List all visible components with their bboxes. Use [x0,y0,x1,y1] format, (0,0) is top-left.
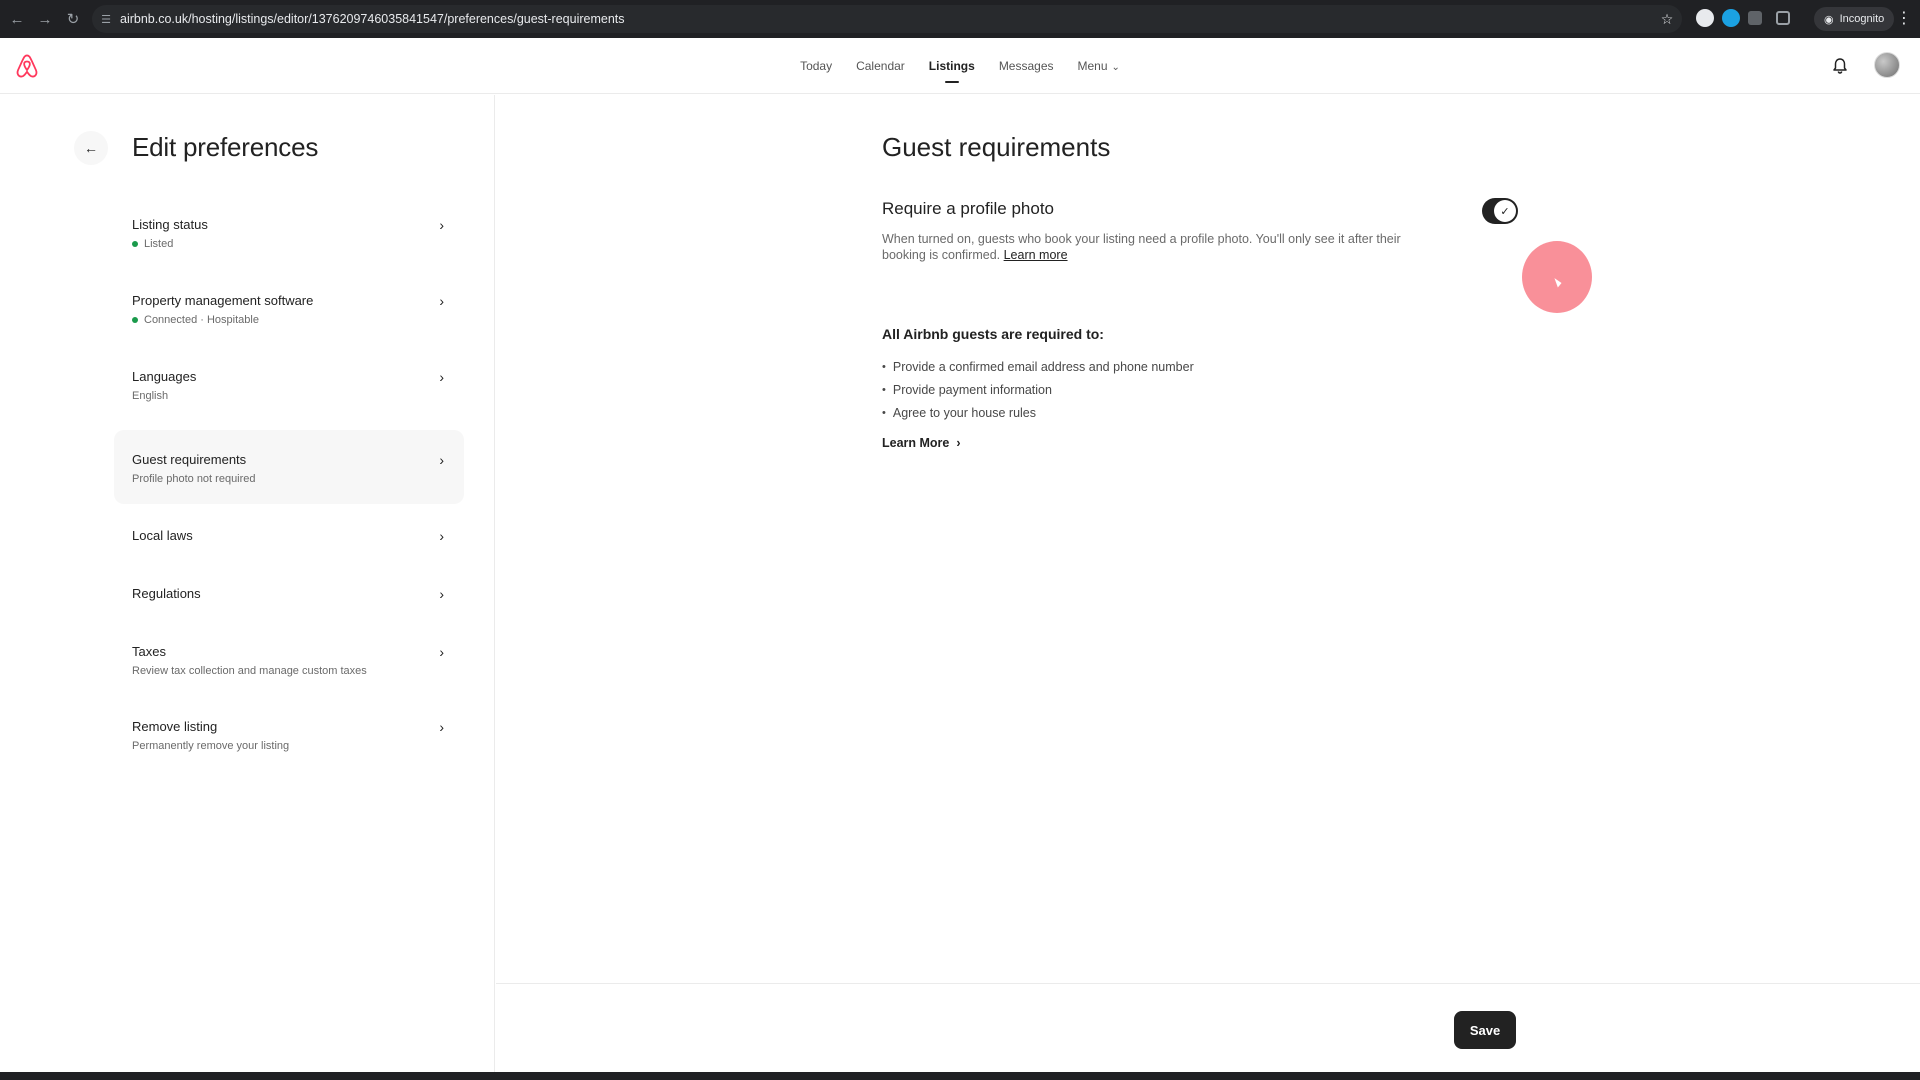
sidebar-item-guest-requirements[interactable]: Guest requirements Profile photo not req… [114,430,464,504]
chevron-right-icon: › [439,217,444,233]
sidebar-item-sub: Permanently remove your listing [132,740,290,752]
sidebar-item-property-management[interactable]: Property management software Connected ·… [114,279,464,337]
browser-toolbar: ← → ↻ ☰ airbnb.co.uk/hosting/listings/ed… [0,0,1920,38]
footer-bar: Save [496,983,1920,1072]
chevron-right-icon: › [439,369,444,385]
sidebar-item-label: Guest requirements [132,452,247,467]
sidebar-item-taxes[interactable]: Taxes Review tax collection and manage c… [114,630,464,688]
requirements-list: Provide a confirmed email address and ph… [882,356,1194,425]
url-text[interactable]: airbnb.co.uk/hosting/listings/editor/137… [120,12,1652,26]
forward-icon[interactable]: → [32,6,58,32]
toggle-knob: ✓ [1494,200,1516,222]
avatar[interactable] [1874,52,1900,78]
sidebar-item-sub: Connected · Hospitable [144,314,259,326]
extensions-puzzle-icon[interactable] [1776,11,1790,25]
top-navigation: Today Calendar Listings Messages Menu ⌄ [0,38,1920,94]
browser-menu-icon[interactable]: ⋮ [1896,8,1912,28]
sidebar-item-sub: Profile photo not required [132,473,256,485]
sidebar-item-remove-listing[interactable]: Remove listing Permanently remove your l… [114,705,464,763]
address-bar[interactable]: ☰ airbnb.co.uk/hosting/listings/editor/1… [92,5,1682,33]
sidebar-item-subtitle: Connected · Hospitable [132,314,446,326]
sidebar-item-label: Regulations [132,586,201,601]
page-title: Edit preferences [132,132,319,162]
chevron-right-icon: › [439,528,444,544]
nav-calendar[interactable]: Calendar [856,38,905,94]
arrow-left-icon: ← [84,140,98,156]
sidebar-item-label: Local laws [132,528,193,543]
back-button[interactable]: ← [74,131,108,165]
preferences-sidebar: ← Edit preferences Listing status Listed… [0,95,495,1072]
os-taskbar [0,1072,1920,1080]
nav-menu[interactable]: Menu ⌄ [1078,38,1120,94]
list-item: Agree to your house rules [882,402,1194,425]
nav-menu-label: Menu [1077,59,1108,73]
nav-listings[interactable]: Listings [929,38,975,94]
extension-icon[interactable] [1748,11,1762,25]
chevron-right-icon: › [439,293,444,309]
setting-description: When turned on, guests who book your lis… [882,231,1442,263]
sidebar-item-label: Taxes [132,644,166,659]
back-icon[interactable]: ← [4,6,30,32]
incognito-label: Incognito [1839,13,1885,25]
setting-description-text: When turned on, guests who book your lis… [882,232,1401,262]
chevron-right-icon: › [956,436,961,450]
incognito-badge[interactable]: ◉ Incognito [1814,7,1895,31]
requirements-heading: All Airbnb guests are required to: [882,326,1104,342]
sidebar-item-label: Remove listing [132,719,218,734]
sidebar-item-languages[interactable]: Languages English › [114,355,464,413]
sidebar-item-sub: Review tax collection and manage custom … [132,665,367,677]
app-header: Today Calendar Listings Messages Menu ⌄ [0,38,1920,94]
status-dot-icon [132,317,138,323]
setting-title: Require a profile photo [882,199,1055,218]
status-dot-icon [132,241,138,247]
learn-more-link[interactable]: Learn more [1004,248,1068,262]
list-item: Provide payment information [882,379,1194,402]
sidebar-item-listing-status[interactable]: Listing status Listed › [114,203,464,261]
notification-bell-icon[interactable] [1830,56,1850,76]
nav-today[interactable]: Today [800,38,832,94]
site-settings-icon[interactable]: ☰ [92,13,120,26]
sidebar-item-local-laws[interactable]: Local laws › [114,514,464,554]
reload-icon[interactable]: ↻ [60,6,86,32]
sidebar-item-label: Listing status [132,217,208,232]
sidebar-item-label: Property management software [132,293,314,308]
nav-messages[interactable]: Messages [999,38,1054,94]
chevron-right-icon: › [439,452,444,468]
chevron-down-icon: ⌄ [1111,62,1120,73]
list-item: Provide a confirmed email address and ph… [882,356,1194,379]
profile-photo-toggle[interactable]: ✓ [1482,198,1518,224]
preferences-menu: Listing status Listed › Property managem… [114,203,464,763]
sidebar-item-sub: Listed [144,238,174,250]
section-title: Guest requirements [882,132,1111,162]
save-button[interactable]: Save [1454,1011,1516,1049]
extension-icon[interactable] [1722,9,1740,27]
learn-more-label: Learn More [882,436,950,450]
sidebar-item-subtitle: Listed [132,238,446,250]
checkmark-icon: ✓ [1500,205,1510,218]
chevron-right-icon: › [439,586,444,602]
guest-requirements-content: Guest requirements Require a profile pho… [496,95,1920,983]
incognito-icon: ◉ [1824,13,1834,26]
chevron-right-icon: › [439,644,444,660]
sidebar-item-sub: English [132,390,169,402]
extension-icon[interactable] [1696,9,1714,27]
sidebar-item-regulations[interactable]: Regulations › [114,572,464,612]
learn-more-button[interactable]: Learn More › [882,436,961,450]
sidebar-item-label: Languages [132,369,197,384]
bookmark-star-icon[interactable]: ☆ [1652,11,1682,28]
chevron-right-icon: › [439,719,444,735]
